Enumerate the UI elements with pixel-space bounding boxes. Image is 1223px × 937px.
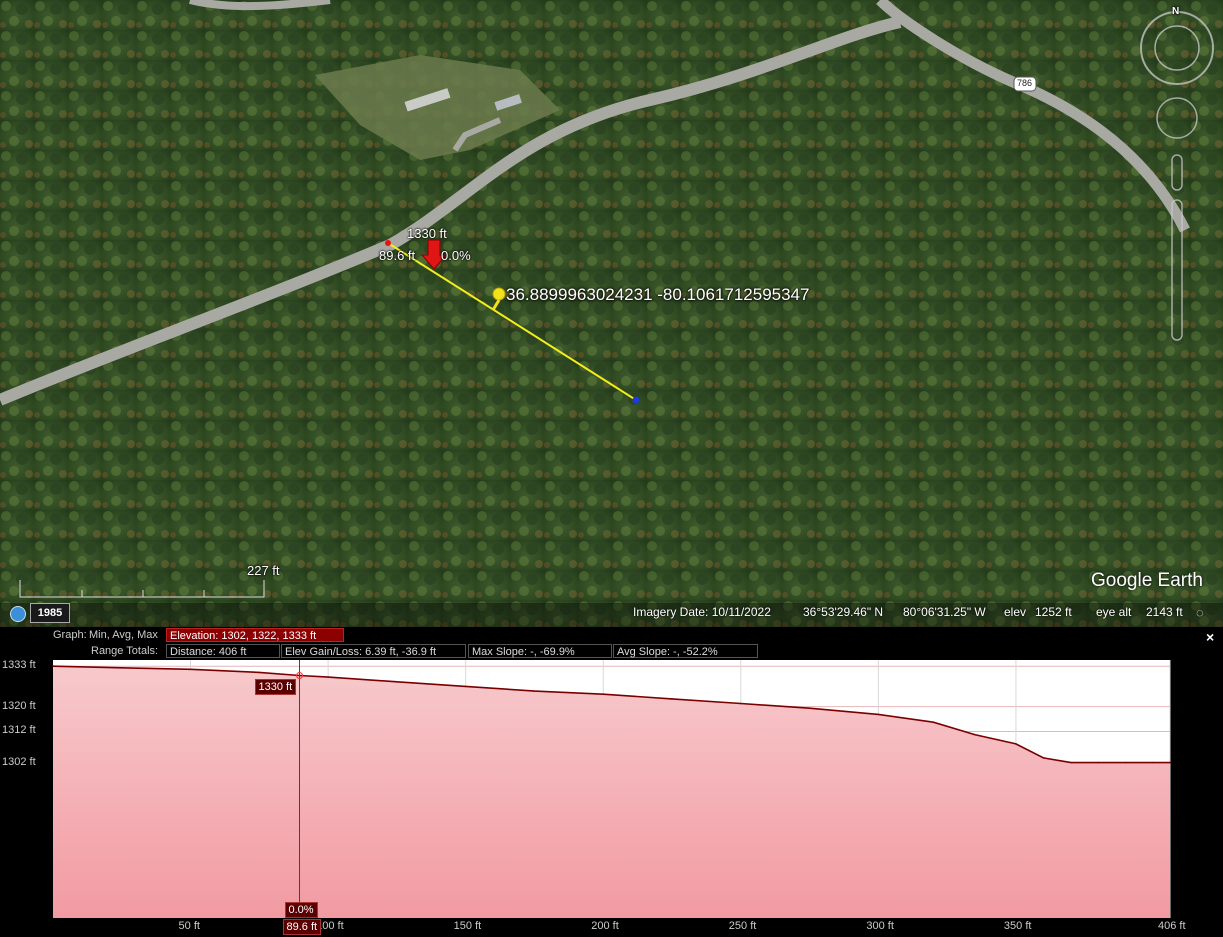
elevation-point	[1097, 761, 1100, 764]
elevation-point	[973, 733, 976, 736]
elevation-point	[602, 693, 605, 695]
elevation-point	[877, 713, 880, 716]
elevation-profile-chart[interactable]	[0, 627, 1223, 937]
elevation-point	[533, 690, 536, 692]
status-elev-value: 1252 ft	[1035, 605, 1072, 619]
elevation-point	[1070, 761, 1072, 764]
imagery-date: Imagery Date: 10/11/2022	[633, 605, 771, 619]
elevation-point	[396, 680, 398, 683]
status-latitude: 36°53'29.46" N	[803, 605, 884, 619]
x-tick-label: 200 ft	[591, 920, 619, 932]
elevation-point	[120, 666, 123, 669]
elevation-point	[464, 685, 467, 688]
loading-spinner-icon: ◌	[1196, 605, 1204, 620]
google-earth-logo: Google Earth	[1091, 570, 1203, 591]
x-tick-label: 50 ft	[178, 920, 200, 932]
status-elev-label: elev	[1004, 605, 1027, 619]
status-eye-alt-value: 2143 ft	[1146, 605, 1183, 619]
start-distance-label: 89.6 ft	[379, 248, 416, 263]
compass-north-label[interactable]: N	[1172, 6, 1179, 17]
elevation-point	[1152, 761, 1155, 764]
scale-label: 227 ft	[247, 563, 280, 578]
x-tick-label: 250 ft	[728, 920, 757, 932]
elevation-point	[327, 676, 329, 678]
y-tick-label: 1320 ft	[2, 699, 36, 712]
elevation-point	[1125, 761, 1127, 764]
y-tick-label: 1312 ft	[2, 724, 36, 737]
y-tick-label: 1333 ft	[2, 659, 36, 672]
status-eye-alt-label: eye alt	[1096, 605, 1132, 619]
elevation-point	[808, 707, 811, 709]
elevation-point	[671, 698, 673, 700]
historical-year-badge[interactable]: 1985	[30, 603, 70, 623]
y-tick-label: 1302 ft	[2, 755, 36, 768]
elevation-point	[52, 665, 54, 668]
x-tick-label: 350 ft	[1003, 920, 1032, 932]
placemark-coordinates[interactable]: 36.8899963024231 -80.1061712595347	[506, 285, 809, 305]
status-longitude: 80°06'31.25" W	[903, 605, 986, 619]
elevation-point	[1169, 761, 1171, 764]
start-elevation-label: 1330 ft	[407, 226, 447, 241]
cursor-distance-tag: 89.6 ft	[282, 919, 322, 935]
elevation-point	[740, 702, 742, 705]
elevation-point	[1042, 757, 1045, 759]
x-tick-label: 300 ft	[866, 920, 894, 932]
x-tick-label: 406 ft	[1158, 920, 1186, 932]
x-tick-label: 150 ft	[453, 920, 482, 932]
historical-imagery-icon[interactable]	[10, 606, 26, 622]
elevation-point	[932, 721, 935, 723]
elevation-point	[1015, 743, 1017, 745]
cursor-slope-tag: 0.0%	[284, 902, 318, 918]
start-slope-label: 0.0%	[441, 248, 471, 263]
satellite-imagery[interactable]	[0, 0, 1223, 627]
cursor-elevation-tag: 1330 ft	[254, 678, 297, 695]
road-number-label: 786	[1017, 78, 1033, 88]
map-view[interactable]: N 786 1330 ft 89.6 ft 0.0% 36.8899963024…	[0, 0, 1223, 627]
elevation-point	[258, 671, 261, 674]
elevation-point	[189, 668, 192, 671]
